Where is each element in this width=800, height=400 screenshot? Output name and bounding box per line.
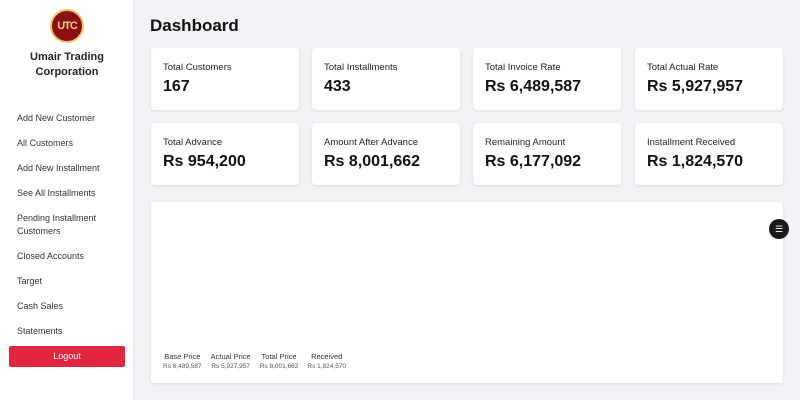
stat-label: Total Advance <box>163 137 287 148</box>
stat-value: 433 <box>324 78 448 96</box>
stat-value: Rs 6,489,587 <box>485 78 609 96</box>
chart-legend: Base Price Rs 6,489,587 Actual Price Rs 5,… <box>163 352 346 370</box>
stat-value: Rs 1,824,570 <box>647 153 771 171</box>
company-name: Umair Trading Corporation <box>0 50 134 80</box>
stat-card-total-installments: Total Installments 433 <box>312 48 460 110</box>
sidebar-item-cash-sales[interactable]: Cash Sales <box>17 300 107 325</box>
stat-label: Total Installments <box>324 62 448 73</box>
filter-icon: ☰ <box>775 224 783 235</box>
stat-value: 167 <box>163 78 287 96</box>
legend-item-actual-price[interactable]: Actual Price Rs 5,927,957 <box>211 352 251 370</box>
stat-value: Rs 5,927,957 <box>647 78 771 96</box>
legend-label: Actual Price <box>211 352 251 361</box>
settings-toggle-button[interactable]: ☰ <box>769 219 789 239</box>
stat-card-amount-after-advance: Amount After Advance Rs 8,001,662 <box>312 123 460 185</box>
legend-item-base-price[interactable]: Base Price Rs 6,489,587 <box>163 352 202 370</box>
company-logo: UTC <box>50 9 84 43</box>
legend-item-received[interactable]: Received Rs 1,824,570 <box>307 352 346 370</box>
stat-value: Rs 8,001,662 <box>324 153 448 171</box>
stat-label: Total Actual Rate <box>647 62 771 73</box>
sidebar-item-add-new-installment[interactable]: Add New Installment <box>17 162 107 187</box>
logo-text: UTC <box>57 20 77 32</box>
stat-card-total-advance: Total Advance Rs 954,200 <box>151 123 299 185</box>
legend-amount: Rs 1,824,570 <box>307 363 346 370</box>
stat-card-total-customers: Total Customers 167 <box>151 48 299 110</box>
sidebar-nav: Add New Customer All Customers Add New I… <box>17 112 107 350</box>
page-title: Dashboard <box>150 16 239 36</box>
sidebar-item-add-new-customer[interactable]: Add New Customer <box>17 112 107 137</box>
stat-card-total-invoice-rate: Total Invoice Rate Rs 6,489,587 <box>473 48 621 110</box>
stat-card-installment-received: Installment Received Rs 1,824,570 <box>635 123 783 185</box>
sidebar: UTC Umair Trading Corporation Add New Cu… <box>0 0 134 400</box>
legend-label: Total Price <box>260 352 299 361</box>
chart-panel: Base Price Rs 6,489,587 Actual Price Rs 5,… <box>151 202 783 383</box>
legend-amount: Rs 8,001,662 <box>260 363 299 370</box>
sidebar-item-pending-installment-customers[interactable]: Pending Installment Customers <box>17 212 107 250</box>
sidebar-item-see-all-installments[interactable]: See All Installments <box>17 187 107 212</box>
sidebar-item-closed-accounts[interactable]: Closed Accounts <box>17 250 107 275</box>
sidebar-item-target[interactable]: Target <box>17 275 107 300</box>
sidebar-item-all-customers[interactable]: All Customers <box>17 137 107 162</box>
stat-label: Installment Received <box>647 137 771 148</box>
legend-amount: Rs 6,489,587 <box>163 363 202 370</box>
legend-amount: Rs 5,927,957 <box>211 363 251 370</box>
stat-value: Rs 954,200 <box>163 153 287 171</box>
stat-label: Total Invoice Rate <box>485 62 609 73</box>
stat-label: Remaining Amount <box>485 137 609 148</box>
stat-card-total-actual-rate: Total Actual Rate Rs 5,927,957 <box>635 48 783 110</box>
stat-label: Amount After Advance <box>324 137 448 148</box>
stat-label: Total Customers <box>163 62 287 73</box>
stat-value: Rs 6,177,092 <box>485 153 609 171</box>
stat-card-remaining-amount: Remaining Amount Rs 6,177,092 <box>473 123 621 185</box>
legend-label: Received <box>307 352 346 361</box>
legend-item-total-price[interactable]: Total Price Rs 8,001,662 <box>260 352 299 370</box>
logout-button[interactable]: Logout <box>9 346 125 367</box>
legend-label: Base Price <box>163 352 202 361</box>
